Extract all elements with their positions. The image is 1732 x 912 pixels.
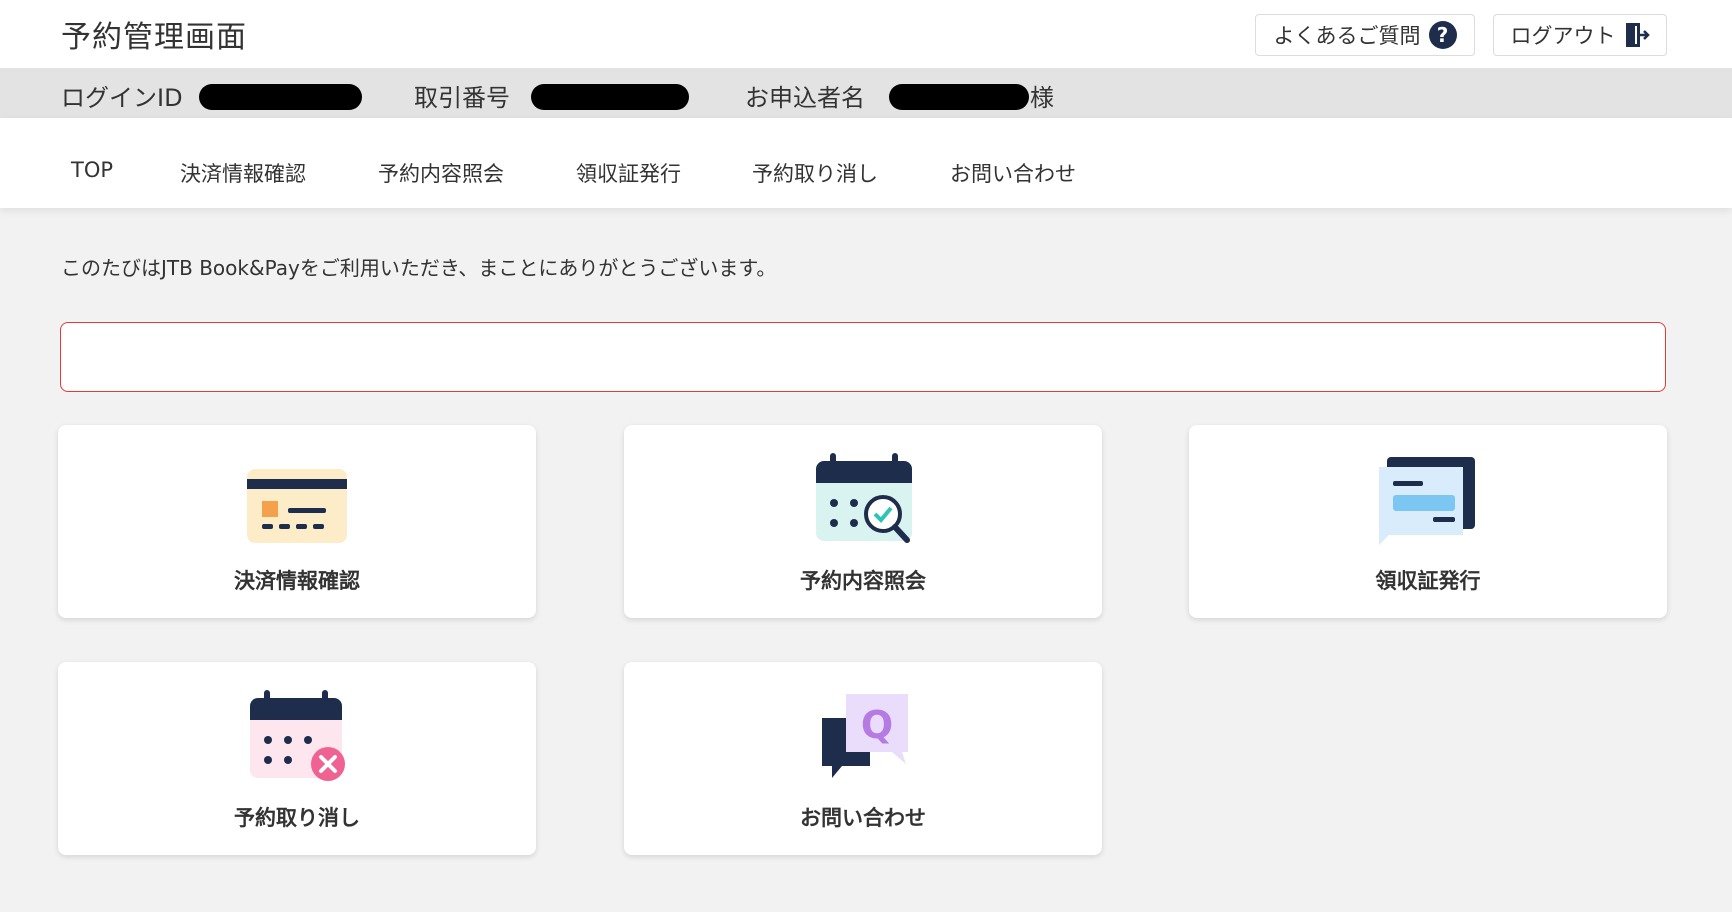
login-id-label: ログインID xyxy=(61,84,183,112)
header: 予約管理画面 よくあるご質問 ? ログアウト xyxy=(0,0,1732,68)
contact-card[interactable]: Q お問い合わせ xyxy=(624,662,1102,855)
honorific: 様 xyxy=(1030,84,1054,112)
redacted-login-id xyxy=(199,84,362,110)
chat-q-icon: Q xyxy=(822,694,908,778)
cancel-reservation-card[interactable]: 予約取り消し xyxy=(58,662,536,855)
q-letter: Q xyxy=(861,703,893,747)
question-icon: ? xyxy=(1428,21,1457,49)
card-label: 領収証発行 xyxy=(1375,569,1481,593)
nav-item-top[interactable]: TOP xyxy=(71,158,113,182)
faq-button[interactable]: よくあるご質問 ? xyxy=(1255,14,1475,56)
logout-label: ログアウト xyxy=(1510,24,1616,48)
logout-icon xyxy=(1625,23,1650,47)
notice-box xyxy=(60,322,1666,392)
applicant-name-label: お申込者名 xyxy=(745,84,865,112)
receipt-icon xyxy=(1379,457,1475,545)
redacted-transaction-number xyxy=(531,84,689,110)
card-label: 予約取り消し xyxy=(234,806,360,830)
card-label: お問い合わせ xyxy=(800,806,926,830)
card-icon xyxy=(247,469,347,543)
nav-item-receipt[interactable]: 領収証発行 xyxy=(576,158,681,188)
card-label: 予約内容照会 xyxy=(800,569,926,593)
page-title: 予約管理画面 xyxy=(61,20,247,55)
account-info-bar: ログインID 取引番号 お申込者名 様 xyxy=(0,68,1732,118)
receipt-card[interactable]: 領収証発行 xyxy=(1189,425,1667,618)
nav-item-cancel[interactable]: 予約取り消し xyxy=(752,158,878,188)
calendar-cancel-icon xyxy=(250,690,345,781)
faq-label: よくあるご質問 xyxy=(1273,24,1421,48)
logout-button[interactable]: ログアウト xyxy=(1493,14,1667,56)
redacted-applicant-name xyxy=(889,84,1029,110)
nav-item-contact[interactable]: お問い合わせ xyxy=(950,158,1076,188)
calendar-search-icon xyxy=(816,453,912,543)
payment-info-card[interactable]: 決済情報確認 xyxy=(58,425,536,618)
transaction-number-label: 取引番号 xyxy=(414,84,510,112)
nav-item-payment-info[interactable]: 決済情報確認 xyxy=(180,158,306,188)
card-label: 決済情報確認 xyxy=(234,569,360,593)
reservation-details-card[interactable]: 予約内容照会 xyxy=(624,425,1102,618)
main-nav: TOP 決済情報確認 予約内容照会 領収証発行 予約取り消し お問い合わせ xyxy=(0,118,1732,208)
nav-item-reservation-details[interactable]: 予約内容照会 xyxy=(378,158,504,188)
welcome-message: このたびはJTB Book&Payをご利用いただき、まことにありがとうございます… xyxy=(61,256,777,280)
